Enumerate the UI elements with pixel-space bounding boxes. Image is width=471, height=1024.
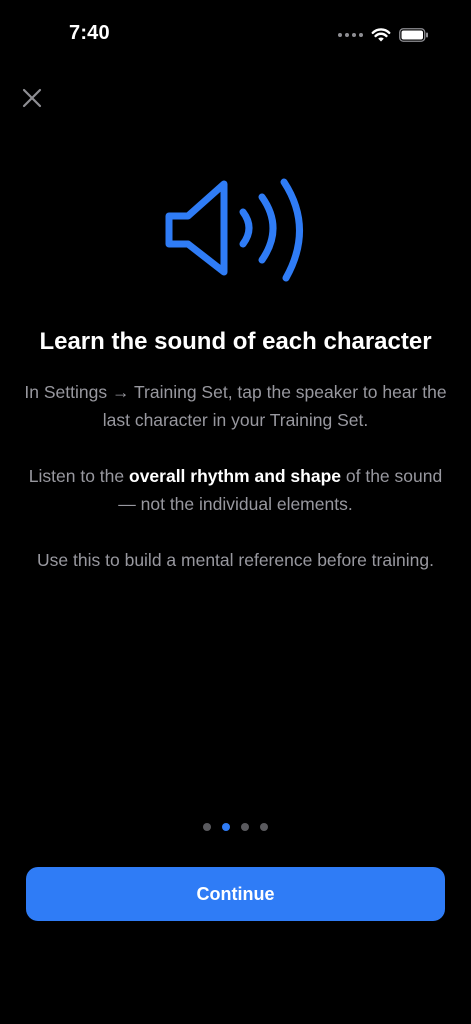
tip-text-prefix: Listen to the (28, 466, 129, 486)
page-indicator (0, 823, 471, 831)
instruction-paragraph: In Settings → Training Set, tap the spea… (24, 382, 447, 430)
page-dot[interactable] (203, 823, 211, 831)
status-icons (338, 24, 429, 46)
listening-tip-paragraph: Listen to the overall rhythm and shape o… (20, 462, 451, 518)
page-dot[interactable] (260, 823, 268, 831)
page-dot[interactable] (241, 823, 249, 831)
continue-button[interactable]: Continue (26, 867, 445, 921)
status-time: 7:40 (69, 22, 110, 44)
close-button[interactable] (18, 84, 46, 112)
wifi-icon (371, 28, 391, 42)
onboarding-title: Learn the sound of each character (39, 328, 432, 355)
battery-icon (399, 28, 428, 42)
speaker-sound-icon (165, 178, 303, 282)
tip-emphasis: overall rhythm and shape (129, 466, 342, 486)
cellular-signal-icon (338, 33, 363, 37)
page-dot-active[interactable] (222, 823, 230, 831)
usage-paragraph: Use this to build a mental reference bef… (37, 550, 434, 570)
close-icon (22, 88, 42, 108)
